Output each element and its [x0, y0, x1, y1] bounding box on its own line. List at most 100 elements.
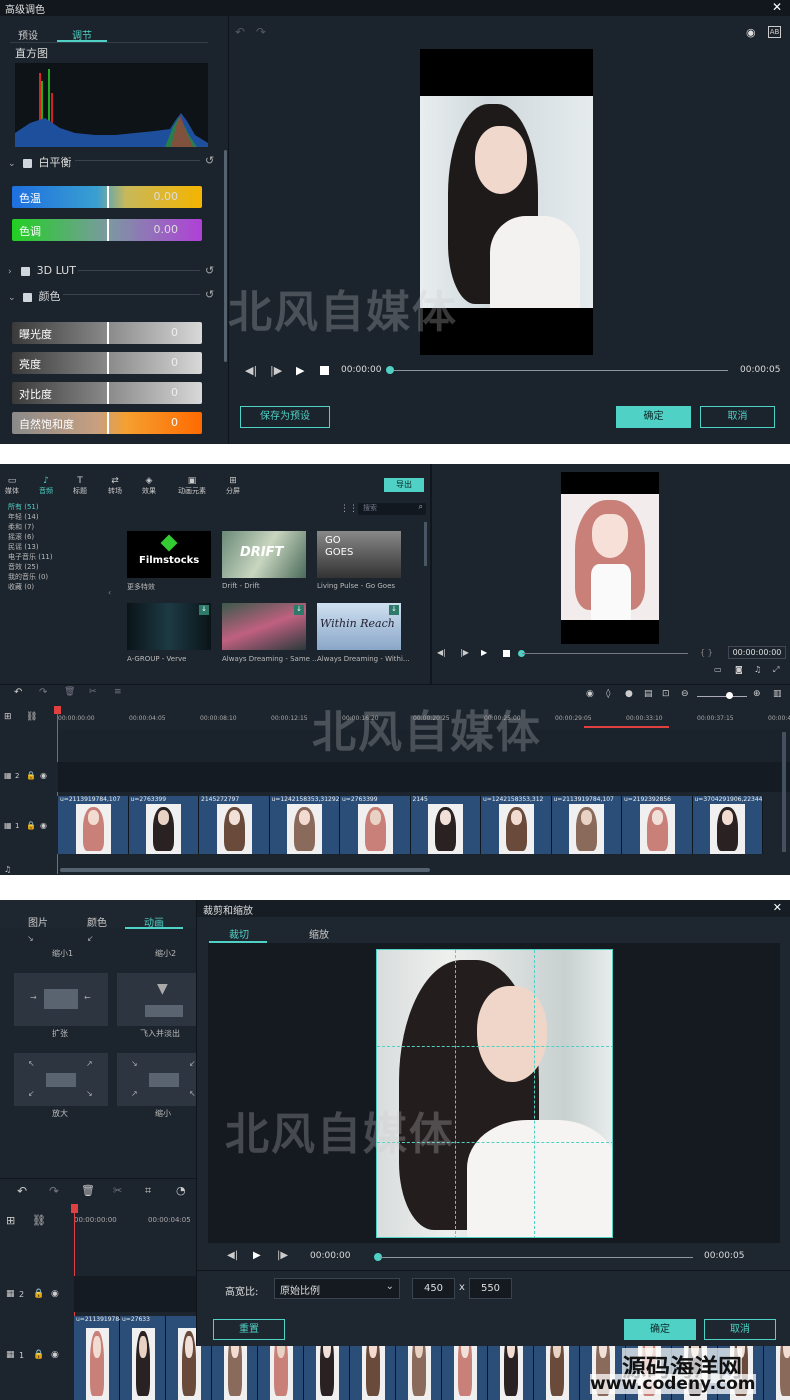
download-icon[interactable]: ↓ [389, 605, 399, 615]
anim-expand[interactable]: → ← [14, 973, 108, 1026]
width-input[interactable]: 450 [412, 1278, 455, 1299]
layout-icon[interactable]: ▥ [773, 689, 782, 699]
next-frame-icon[interactable]: |▶ [460, 648, 469, 657]
collapse-icon[interactable]: ‹ [108, 588, 111, 597]
white-balance-checkbox[interactable] [23, 158, 33, 168]
redo-icon[interactable]: ↷ [256, 25, 266, 39]
track-scrollbar[interactable] [782, 732, 786, 852]
thumb-filmstocks[interactable]: Filmstocks [127, 531, 211, 578]
lock-icon[interactable]: 🔒 [33, 1289, 44, 1299]
timeline-clip[interactable]: u=1242158353,312 [481, 796, 552, 854]
stop-icon[interactable] [320, 366, 329, 375]
prev-frame-icon[interactable]: ◀| [245, 364, 257, 377]
ratio-select[interactable]: 原始比例 ⌄ [274, 1278, 400, 1299]
crop-icon[interactable]: ⌗ [145, 1184, 151, 1198]
chevron-down-icon[interactable]: ⌄ [8, 159, 16, 169]
camera-icon[interactable]: ◙ [735, 665, 743, 674]
playhead-marker[interactable] [54, 706, 61, 714]
lock-icon[interactable]: 🔒 [26, 821, 36, 830]
mic-icon[interactable]: ● [625, 689, 633, 699]
play-icon[interactable]: ▶ [296, 364, 304, 377]
color-row[interactable]: ⌄ 颜色 [8, 288, 218, 303]
category-item[interactable]: 摇滚 (6) [8, 532, 34, 542]
fullscreen-icon[interactable]: ⤢ [773, 665, 779, 675]
exposure-slider[interactable]: 曝光度 0 [12, 322, 202, 344]
category-item[interactable]: 柔和 (7) [8, 522, 34, 532]
category-item[interactable]: 我的音乐 (0) [8, 572, 48, 582]
eye-icon[interactable]: ◉ [746, 26, 756, 39]
lock-icon[interactable]: 🔒 [33, 1350, 44, 1360]
save-preset-button[interactable]: 保存为预设 [240, 406, 330, 428]
zoom-knob[interactable] [726, 692, 733, 699]
timeline-clip[interactable]: u=2113919784,107 [551, 796, 622, 854]
timeline-clip[interactable]: u=2763399 [128, 796, 199, 854]
lut-row[interactable]: › 3D LUT [8, 264, 218, 278]
undo-icon[interactable]: ↶ [14, 687, 22, 698]
tool-effects[interactable]: ◈ 效果 [140, 476, 158, 496]
tab-color[interactable]: 颜色 [87, 914, 107, 929]
playhead-marker[interactable] [71, 1204, 78, 1213]
reset-icon[interactable]: ↺ [205, 264, 214, 277]
color-wheel-icon[interactable]: ◔ [176, 1184, 186, 1197]
display-icon[interactable]: ▭ [714, 665, 722, 674]
link-icon[interactable]: ⛓ [32, 1214, 46, 1227]
chevron-right-icon[interactable]: › [8, 267, 12, 277]
zoom-in-icon[interactable]: ⊕ [753, 689, 761, 699]
tool-title[interactable]: T 标题 [72, 476, 88, 496]
timeline-clip[interactable]: u=2763399 [340, 796, 411, 854]
eye-icon[interactable]: ◉ [51, 1350, 59, 1360]
ok-button[interactable]: 确定 [616, 406, 691, 428]
temperature-slider[interactable]: 色温 0.00 [12, 186, 202, 208]
search-input[interactable]: 搜索 ⌕ [358, 502, 426, 515]
vibrance-slider[interactable]: 自然饱和度 0 [12, 412, 202, 434]
progress-knob[interactable] [386, 366, 394, 374]
category-item[interactable]: 音效 (25) [8, 562, 39, 572]
link-icon[interactable]: ⛓ [26, 712, 37, 722]
undo-icon[interactable]: ↶ [17, 1184, 27, 1198]
reset-button[interactable]: 重置 [213, 1319, 285, 1340]
download-icon[interactable]: ↓ [199, 605, 209, 615]
lut-checkbox[interactable] [21, 266, 31, 276]
thumb-go-goes[interactable]: GO GOES [317, 531, 401, 578]
ok-button[interactable]: 确定 [624, 1319, 696, 1340]
timeline-clip[interactable]: 2145272797 [199, 796, 270, 854]
slider-handle[interactable] [107, 322, 109, 344]
lock-icon[interactable]: 🔒 [26, 771, 36, 780]
slider-handle[interactable] [107, 186, 109, 208]
timeline-clip[interactable]: u=27633 [120, 1316, 166, 1400]
progress-track[interactable] [380, 1257, 693, 1258]
grid-view-icon[interactable]: ⋮⋮ [340, 504, 358, 514]
tab-crop[interactable]: 裁切 [229, 926, 249, 941]
white-balance-row[interactable]: ⌄ 白平衡 [8, 154, 218, 169]
reset-icon[interactable]: ↺ [205, 154, 214, 167]
category-item[interactable]: 民谣 (13) [8, 542, 39, 552]
tab-preset[interactable]: 预设 [18, 27, 38, 42]
category-item[interactable]: 年轻 (14) [8, 512, 39, 522]
adjust-icon[interactable]: ≡ [114, 687, 122, 697]
volume-icon[interactable]: ♫ [754, 665, 761, 674]
download-icon[interactable]: ↓ [294, 605, 304, 615]
brightness-slider[interactable]: 亮度 0 [12, 352, 202, 374]
play-icon[interactable]: ▶ [253, 1250, 261, 1261]
crop-image[interactable] [376, 949, 613, 1238]
add-track-icon[interactable]: ⊞ [6, 1214, 15, 1227]
timeline-clip[interactable]: u=2113919784, [74, 1316, 120, 1400]
timeline-clip[interactable]: u=1242158353,3129223 [269, 796, 340, 854]
contrast-slider[interactable]: 对比度 0 [12, 382, 202, 404]
redo-icon[interactable]: ↷ [39, 687, 47, 698]
close-icon[interactable]: ✕ [772, 0, 782, 14]
delete-icon[interactable]: 🗑 [81, 1184, 95, 1197]
tool-transition[interactable]: ⇄ 转场 [106, 476, 124, 496]
tool-split[interactable]: ⊞ 分屏 [224, 476, 242, 496]
tool-elements[interactable]: ▣ 动画元素 [175, 476, 209, 496]
timeline-clip[interactable]: u=2113919784,107 [58, 796, 129, 854]
timeline-clip[interactable]: u=2192392856 [622, 796, 693, 854]
export-button[interactable]: 导出 [384, 478, 424, 492]
cut-icon[interactable]: ✂ [113, 1184, 122, 1197]
cancel-button[interactable]: 取消 [704, 1319, 776, 1340]
reset-icon[interactable]: ↺ [205, 288, 214, 301]
close-icon[interactable]: ✕ [773, 901, 782, 914]
slider-handle[interactable] [107, 219, 109, 241]
zoom-out-icon[interactable]: ⊖ [681, 689, 689, 699]
thumb-within-reach[interactable]: Within Reach ↓ [317, 603, 401, 650]
